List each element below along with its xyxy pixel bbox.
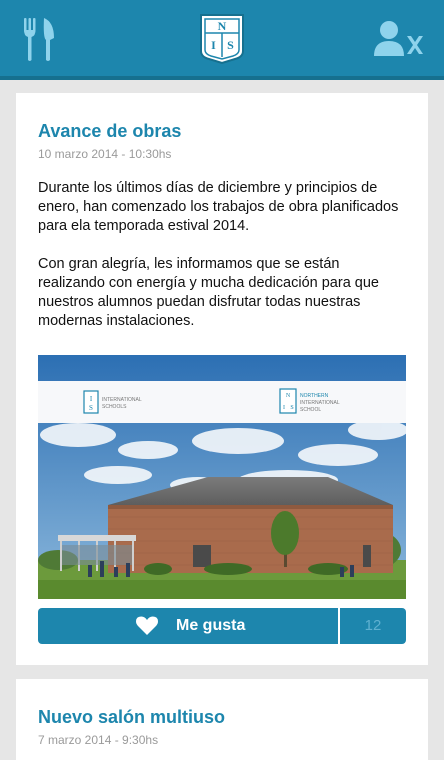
heart-icon — [136, 616, 158, 635]
app-header: N I S — [0, 0, 444, 80]
like-button-label: Me gusta — [176, 617, 246, 634]
banner-letter: I — [283, 405, 285, 411]
banner-right-line2: INTERNATIONAL — [300, 400, 340, 406]
fork-knife-icon[interactable] — [22, 16, 56, 62]
post-body: Durante los últimos días de diciembre y … — [38, 179, 410, 350]
post-paragraph: Con gran alegría, les informamos que se … — [38, 256, 379, 329]
like-button[interactable]: Me gusta — [38, 608, 338, 644]
post-title[interactable]: Avance de obras — [38, 121, 181, 142]
banner-letter: N — [286, 393, 291, 399]
banner-letter: S — [290, 405, 293, 411]
post-title[interactable]: Nuevo salón multiuso — [38, 707, 225, 728]
logo-letter-i: I — [211, 38, 216, 52]
post-card: Nuevo salón multiuso 7 marzo 2014 - 9:30… — [16, 679, 428, 760]
school-logo[interactable]: N I S — [199, 13, 245, 65]
banner-right-line3: SCHOOL — [300, 407, 321, 413]
like-count: 12 — [340, 608, 406, 644]
banner-left-line2: SCHOOLS — [102, 404, 127, 410]
logo-letter-n: N — [218, 19, 227, 33]
banner-right-line1: NORTHERN — [300, 393, 329, 399]
post-date: 7 marzo 2014 - 9:30hs — [38, 733, 159, 747]
post-date: 10 marzo 2014 - 10:30hs — [38, 147, 172, 161]
banner-letter: S — [89, 404, 93, 412]
post-card: Avance de obras 10 marzo 2014 - 10:30hs … — [16, 93, 428, 665]
user-remove-icon[interactable] — [374, 20, 426, 56]
post-paragraph: Durante los últimos días de diciembre y … — [38, 180, 399, 234]
post-photo[interactable]: I S INTERNATIONAL SCHOOLS N I S NORTHERN… — [38, 355, 406, 599]
banner-left-line1: INTERNATIONAL — [102, 397, 142, 403]
logo-letter-s: S — [227, 38, 234, 52]
